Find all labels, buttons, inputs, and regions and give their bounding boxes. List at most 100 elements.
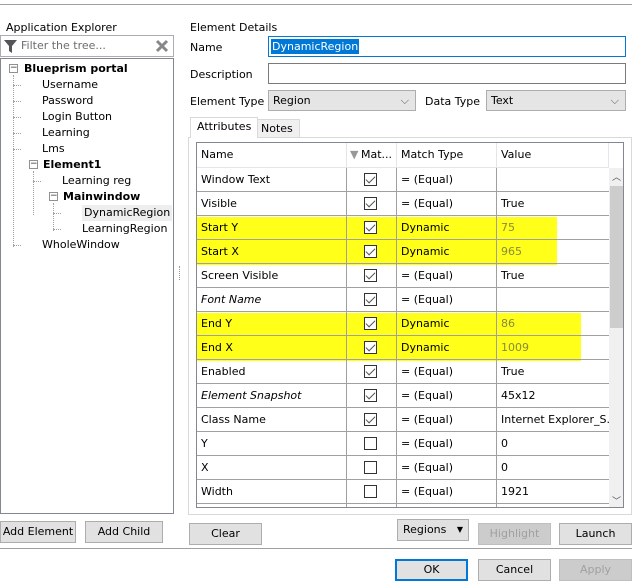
table-row[interactable]: Element Snapshot = (Equal) 45x12 xyxy=(197,384,609,408)
table-row[interactable]: End Y Dynamic 86 xyxy=(197,312,609,336)
attr-value[interactable]: 1921 xyxy=(497,480,609,504)
table-row[interactable]: Visible = (Equal) True xyxy=(197,192,609,216)
table-row[interactable]: Start Y Dynamic 75 xyxy=(197,216,609,240)
attr-value[interactable]: 1009 xyxy=(497,336,609,360)
match-type[interactable]: = (Equal) xyxy=(397,360,497,384)
match-type[interactable]: = (Equal) xyxy=(397,456,497,480)
clear-filter-icon[interactable] xyxy=(155,39,169,53)
collapse-icon[interactable]: − xyxy=(9,64,18,73)
match-checkbox[interactable] xyxy=(364,461,377,474)
match-checkbox[interactable] xyxy=(364,365,377,378)
tree-item[interactable]: Blueprism portal xyxy=(24,61,128,77)
table-row[interactable]: Start X Dynamic 965 xyxy=(197,240,609,264)
match-checkbox[interactable] xyxy=(364,293,377,306)
tree-item[interactable]: Login Button xyxy=(42,109,112,125)
match-checkbox[interactable] xyxy=(364,413,377,426)
match-type[interactable]: Dynamic xyxy=(397,216,497,240)
scrollbar-thumb[interactable] xyxy=(610,186,623,328)
attr-value[interactable] xyxy=(497,288,609,312)
cancel-button[interactable]: Cancel xyxy=(478,559,551,581)
apply-button[interactable]: Apply xyxy=(559,559,632,581)
table-row[interactable]: Y = (Equal) 0 xyxy=(197,432,609,456)
launch-button[interactable]: Launch xyxy=(559,523,632,545)
match-type[interactable]: = (Equal) xyxy=(397,432,497,456)
table-row[interactable]: Screen Visible = (Equal) True xyxy=(197,264,609,288)
match-type[interactable]: = (Equal) xyxy=(397,192,497,216)
data-type-select[interactable]: Text ⌵ xyxy=(486,90,626,111)
tab-attributes[interactable]: Attributes xyxy=(190,117,259,138)
attr-value[interactable]: True xyxy=(497,360,609,384)
add-element-button[interactable]: Add Element xyxy=(0,521,76,543)
table-row[interactable]: Enabled = (Equal) True xyxy=(197,360,609,384)
match-type[interactable]: Dynamic xyxy=(397,312,497,336)
match-type[interactable]: = (Equal) xyxy=(397,288,497,312)
highlight-button[interactable]: Highlight xyxy=(478,523,551,545)
table-row[interactable]: Font Name = (Equal) xyxy=(197,288,609,312)
col-name[interactable]: Name xyxy=(197,143,347,168)
scroll-up-icon[interactable]: ︿ xyxy=(612,170,621,183)
tree-item[interactable]: Password xyxy=(42,93,93,109)
attr-value[interactable]: 0 xyxy=(497,456,609,480)
match-type[interactable]: = (Equal) xyxy=(397,264,497,288)
attr-value[interactable]: Internet Explorer_S... xyxy=(497,408,609,432)
table-row[interactable]: Window Text = (Equal) xyxy=(197,168,609,192)
match-type[interactable]: Dynamic xyxy=(397,240,497,264)
attr-value[interactable]: 75 xyxy=(497,216,609,240)
match-checkbox[interactable] xyxy=(364,437,377,450)
data-type-value: Text xyxy=(491,94,514,107)
match-checkbox[interactable] xyxy=(364,341,377,354)
filter-input[interactable]: Filter the tree... xyxy=(0,35,174,57)
tree-item[interactable]: LearningRegion xyxy=(82,221,167,237)
match-checkbox[interactable] xyxy=(364,173,377,186)
match-type[interactable]: = (Equal) xyxy=(397,480,497,504)
match-checkbox[interactable] xyxy=(364,389,377,402)
attr-value[interactable] xyxy=(497,168,609,192)
splitter-handle[interactable] xyxy=(179,266,182,280)
attr-value[interactable]: True xyxy=(497,264,609,288)
col-match-type[interactable]: Match Type xyxy=(397,143,497,168)
table-row[interactable]: X = (Equal) 0 xyxy=(197,456,609,480)
table-row[interactable]: End X Dynamic 1009 xyxy=(197,336,609,360)
match-checkbox[interactable] xyxy=(364,269,377,282)
tree-item[interactable]: Lms xyxy=(42,141,65,157)
table-row[interactable] xyxy=(197,504,609,507)
ok-button[interactable]: OK xyxy=(395,559,468,581)
scrollbar[interactable]: ︿ ﹀ xyxy=(609,168,623,507)
match-checkbox[interactable] xyxy=(364,197,377,210)
name-field[interactable]: DynamicRegion xyxy=(268,36,626,57)
tree-item[interactable]: Username xyxy=(42,77,98,93)
tab-notes[interactable]: Notes xyxy=(254,119,300,139)
attr-value[interactable]: 45x12 xyxy=(497,384,609,408)
col-match[interactable]: ▼ Mat... xyxy=(347,143,397,168)
match-type[interactable]: = (Equal) xyxy=(397,168,497,192)
element-type-select[interactable]: Region ⌵ xyxy=(268,90,416,111)
table-row[interactable]: Class Name = (Equal) Internet Explorer_S… xyxy=(197,408,609,432)
col-value[interactable]: Value xyxy=(497,143,609,168)
tree-item[interactable]: Learning reg xyxy=(62,173,131,189)
attr-value[interactable]: 0 xyxy=(497,432,609,456)
collapse-icon[interactable]: − xyxy=(49,192,58,201)
match-checkbox[interactable] xyxy=(364,245,377,258)
application-tree[interactable]: − Blueprism portal Username Password Login B… xyxy=(0,58,174,514)
tree-item[interactable]: Element1 xyxy=(43,157,101,173)
match-type[interactable]: = (Equal) xyxy=(397,408,497,432)
attr-value[interactable]: True xyxy=(497,192,609,216)
match-type[interactable]: Dynamic xyxy=(397,336,497,360)
add-child-button[interactable]: Add Child xyxy=(85,521,163,543)
table-row[interactable]: Width = (Equal) 1921 xyxy=(197,480,609,504)
match-checkbox[interactable] xyxy=(364,485,377,498)
collapse-icon[interactable]: − xyxy=(29,160,38,169)
regions-button[interactable]: Regions ▼ xyxy=(397,519,469,541)
scroll-down-icon[interactable]: ﹀ xyxy=(612,494,621,507)
match-checkbox[interactable] xyxy=(364,221,377,234)
tree-item[interactable]: Mainwindow xyxy=(63,189,140,205)
tree-item[interactable]: Learning xyxy=(42,125,90,141)
match-checkbox[interactable] xyxy=(364,317,377,330)
description-field[interactable] xyxy=(268,63,626,84)
attr-value[interactable]: 86 xyxy=(497,312,609,336)
match-type[interactable]: = (Equal) xyxy=(397,384,497,408)
clear-button[interactable]: Clear xyxy=(189,523,262,545)
tree-item[interactable]: DynamicRegion xyxy=(82,205,173,221)
tree-item[interactable]: WholeWindow xyxy=(42,237,120,253)
attr-value[interactable]: 965 xyxy=(497,240,609,264)
